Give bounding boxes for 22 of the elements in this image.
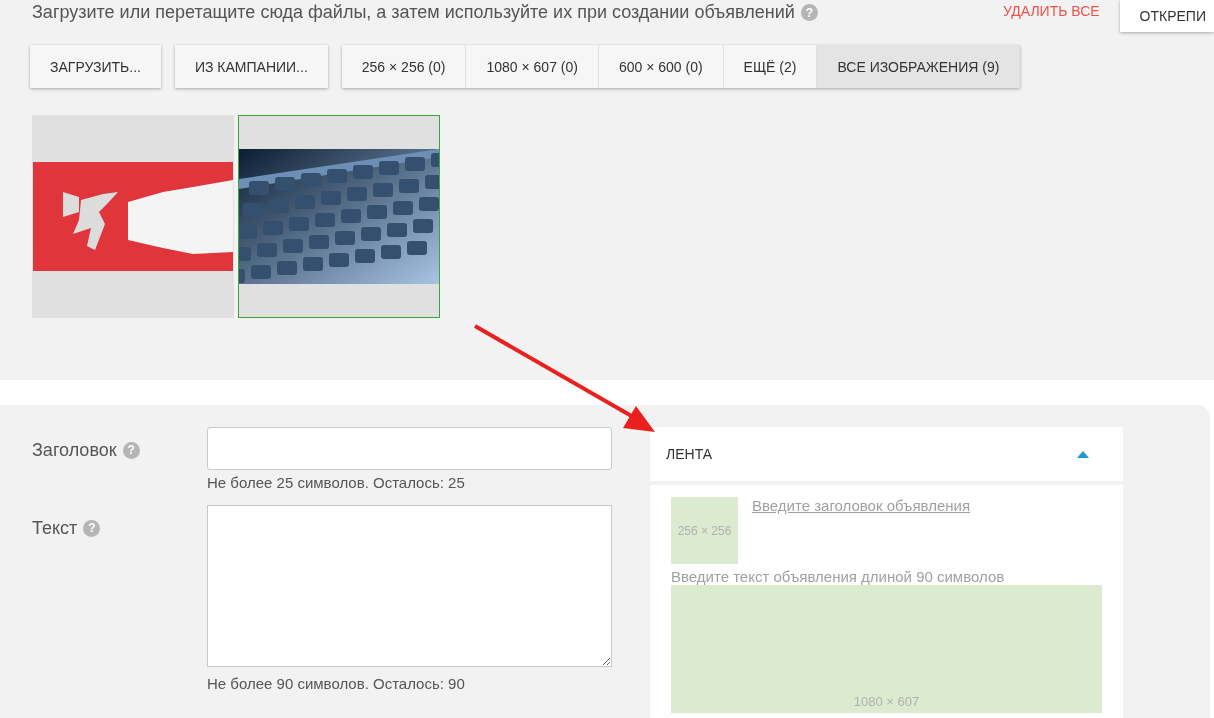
filter-tab[interactable]: ВСЕ ИЗОБРАЖЕНИЯ (9): [817, 45, 1021, 88]
size-label: 1080 × 607: [853, 694, 920, 709]
field-label: Текст: [32, 517, 78, 539]
filter-tab[interactable]: 1080 × 607 (0): [466, 45, 599, 88]
input-field[interactable]: [207, 427, 612, 470]
image-thumbnail[interactable]: [32, 115, 234, 318]
unpin-button[interactable]: ОТКРЕПИ: [1119, 0, 1214, 32]
filter-tab[interactable]: 256 × 256 (0): [341, 45, 467, 88]
field-hint: Не более 25 символов. Осталось: 25: [207, 474, 466, 491]
image-thumbnail[interactable]: [238, 115, 440, 318]
filter-tab[interactable]: ЕЩЁ (2): [723, 45, 818, 88]
filter-tab[interactable]: 600 × 600 (0): [598, 45, 724, 88]
field-hint: Не более 90 символов. Осталось: 90: [207, 675, 466, 692]
ad-text: Введите текст объявления длиной 90 символов: [671, 568, 1006, 585]
upload-button[interactable]: ИЗ КАМПАНИИ...: [174, 45, 328, 88]
field-label: Заголовок: [32, 439, 117, 461]
upload-button[interactable]: ЗАГРУЗИТЬ...: [30, 45, 161, 88]
preview-title: ЛЕНТА: [666, 446, 713, 462]
preview-header[interactable]: ЛЕНТА: [650, 427, 1123, 481]
collapse-icon[interactable]: [1077, 450, 1089, 458]
instruction-text: Загрузите или перетащите сюда файлы, а затем используйте их при создании объявлений: [31, 2, 795, 23]
size-label: 256 × 256: [677, 523, 732, 538]
